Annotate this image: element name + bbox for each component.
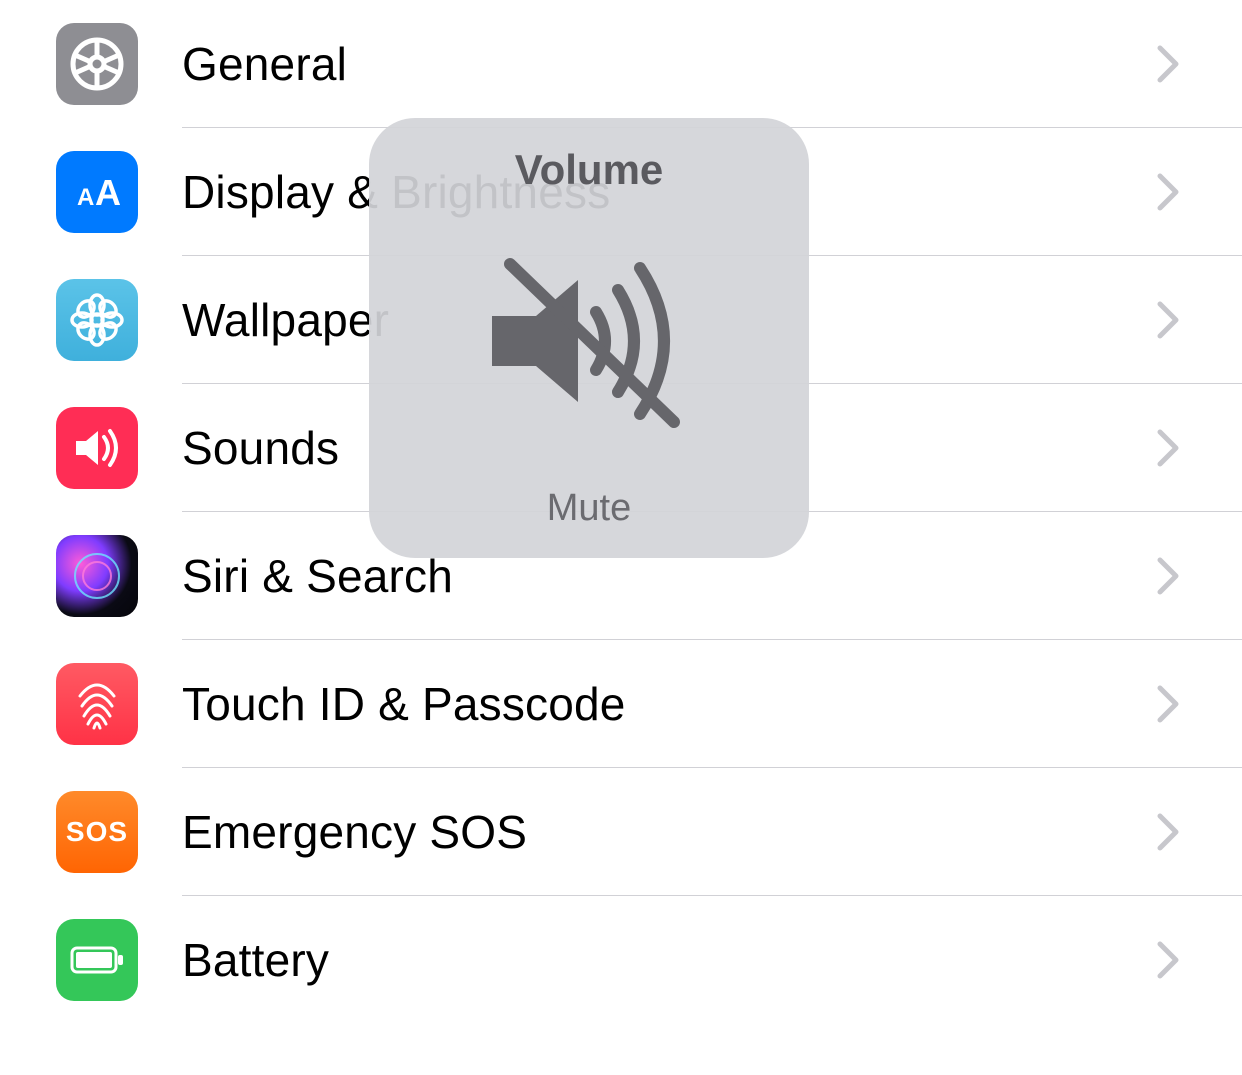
settings-row-sos[interactable]: SOS Emergency SOS	[0, 768, 1242, 896]
settings-row-label: Wallpaper	[182, 293, 389, 347]
settings-row-label: General	[182, 37, 347, 91]
chevron-right-icon	[1156, 44, 1180, 84]
settings-row-battery[interactable]: Battery	[0, 896, 1242, 1024]
chevron-right-icon	[1156, 812, 1180, 852]
volume-hud-title: Volume	[515, 146, 664, 194]
battery-icon	[56, 919, 138, 1001]
volume-hud: Volume Mute	[369, 118, 809, 558]
fingerprint-icon	[56, 663, 138, 745]
text-size-icon: A A	[56, 151, 138, 233]
chevron-right-icon	[1156, 172, 1180, 212]
flower-icon	[56, 279, 138, 361]
svg-text:A: A	[77, 184, 94, 211]
chevron-right-icon	[1156, 684, 1180, 724]
settings-row-touchid[interactable]: Touch ID & Passcode	[0, 640, 1242, 768]
chevron-right-icon	[1156, 428, 1180, 468]
siri-icon	[56, 535, 138, 617]
chevron-right-icon	[1156, 940, 1180, 980]
settings-row-label: Emergency SOS	[182, 805, 527, 859]
settings-row-label: Touch ID & Passcode	[182, 677, 626, 731]
svg-text:A: A	[95, 172, 121, 213]
speaker-icon	[56, 407, 138, 489]
volume-hud-subtitle: Mute	[547, 487, 631, 558]
settings-row-general[interactable]: General	[0, 0, 1242, 128]
sos-icon: SOS	[56, 791, 138, 873]
settings-row-label: Battery	[182, 933, 329, 987]
sos-text: SOS	[66, 816, 128, 848]
settings-row-label: Sounds	[182, 421, 339, 475]
chevron-right-icon	[1156, 300, 1180, 340]
speaker-muted-icon	[474, 194, 704, 487]
gear-icon	[56, 23, 138, 105]
chevron-right-icon	[1156, 556, 1180, 596]
